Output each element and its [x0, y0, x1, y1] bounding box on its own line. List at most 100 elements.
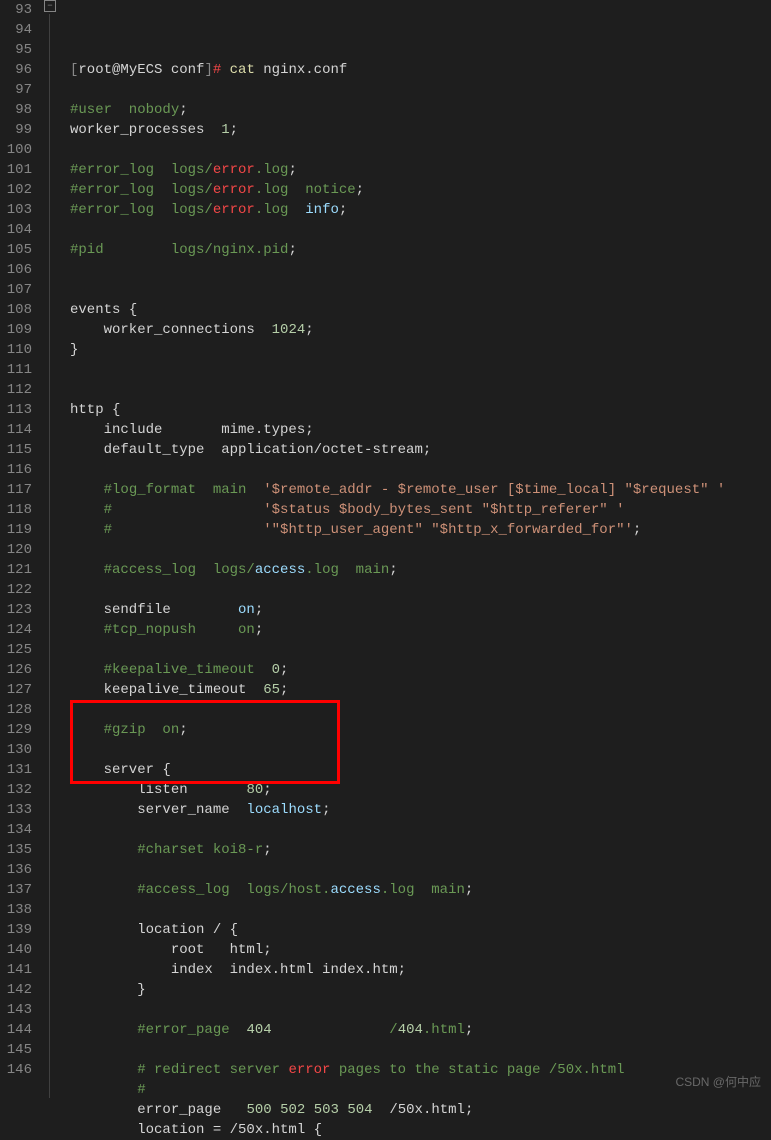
code-line[interactable]: #user nobody;	[70, 100, 771, 120]
code-line[interactable]: default_type application/octet-stream;	[70, 440, 771, 460]
code-line[interactable]	[70, 740, 771, 760]
code-line[interactable]: sendfile on;	[70, 600, 771, 620]
code-line[interactable]: listen 80;	[70, 780, 771, 800]
code-line[interactable]	[70, 260, 771, 280]
code-line[interactable]	[70, 460, 771, 480]
line-number: 120	[0, 540, 32, 560]
code-token	[70, 1082, 137, 1098]
line-number: 115	[0, 440, 32, 460]
code-line[interactable]: #gzip on;	[70, 720, 771, 740]
code-token: 80	[246, 782, 263, 798]
code-line[interactable]	[70, 860, 771, 880]
code-token	[305, 1102, 313, 1118]
code-line[interactable]: #access_log logs/host.access.log main;	[70, 880, 771, 900]
code-line[interactable]	[70, 380, 771, 400]
code-line[interactable]: # '"$http_user_agent" "$http_x_forwarded…	[70, 520, 771, 540]
code-token	[70, 1022, 137, 1038]
code-line[interactable]: #access_log logs/access.log main;	[70, 560, 771, 580]
code-token: ;	[255, 602, 263, 618]
line-number: 94	[0, 20, 32, 40]
code-line[interactable]: keepalive_timeout 65;	[70, 680, 771, 700]
code-line[interactable]	[70, 1040, 771, 1060]
code-line[interactable]	[70, 820, 771, 840]
code-line[interactable]: #error_log logs/error.log notice;	[70, 180, 771, 200]
code-line[interactable]	[70, 540, 771, 560]
line-number: 146	[0, 1060, 32, 1080]
fold-column: −	[42, 0, 60, 1098]
code-token: {	[314, 1122, 322, 1138]
code-token: #error_log logs/	[70, 202, 213, 218]
code-line[interactable]: #log_format main '$remote_addr - $remote…	[70, 480, 771, 500]
code-line[interactable]: #error_page 404 /404.html;	[70, 1020, 771, 1040]
code-line[interactable]: index index.html index.htm;	[70, 960, 771, 980]
code-token	[70, 482, 104, 498]
code-line[interactable]	[70, 80, 771, 100]
code-line[interactable]	[70, 1000, 771, 1020]
code-token: '$status $body_bytes_sent "$http_referer…	[263, 502, 624, 518]
code-token: access	[255, 562, 305, 578]
code-line[interactable]: server {	[70, 760, 771, 780]
fold-collapse-icon[interactable]: −	[44, 0, 56, 12]
line-number: 93	[0, 0, 32, 20]
line-number: 139	[0, 920, 32, 940]
code-token: include mime.types;	[70, 422, 314, 438]
code-line[interactable]	[70, 280, 771, 300]
code-line[interactable]: http {	[70, 400, 771, 420]
code-line[interactable]: #keepalive_timeout 0;	[70, 660, 771, 680]
code-line[interactable]: include mime.types;	[70, 420, 771, 440]
code-line[interactable]: server_name localhost;	[70, 800, 771, 820]
fold-guide-line	[49, 14, 50, 1098]
code-line[interactable]: [root@MyECS conf]# cat nginx.conf	[70, 60, 771, 80]
line-number: 144	[0, 1020, 32, 1040]
line-number: 109	[0, 320, 32, 340]
code-token: '"$http_user_agent" "$http_x_forwarded_f…	[263, 522, 633, 538]
line-number: 110	[0, 340, 32, 360]
code-line[interactable]: #pid logs/nginx.pid;	[70, 240, 771, 260]
code-line[interactable]: #charset koi8-r;	[70, 840, 771, 860]
code-token: location /	[70, 922, 230, 938]
code-line[interactable]: # redirect server error pages to the sta…	[70, 1060, 771, 1080]
code-line[interactable]: #	[70, 1080, 771, 1100]
code-token: #charset koi8-r	[137, 842, 263, 858]
line-number: 111	[0, 360, 32, 380]
code-token: root@MyECS conf	[78, 62, 204, 78]
line-number: 133	[0, 800, 32, 820]
code-line[interactable]	[70, 700, 771, 720]
code-line[interactable]: root html;	[70, 940, 771, 960]
code-line[interactable]	[70, 140, 771, 160]
code-line[interactable]: }	[70, 980, 771, 1000]
line-number: 124	[0, 620, 32, 640]
code-token	[70, 622, 104, 638]
line-number: 103	[0, 200, 32, 220]
code-line[interactable]: worker_connections 1024;	[70, 320, 771, 340]
code-line[interactable]	[70, 900, 771, 920]
code-line[interactable]: #error_log logs/error.log;	[70, 160, 771, 180]
code-token: 404	[398, 1022, 423, 1038]
code-token: 0	[272, 662, 280, 678]
code-token: ;	[633, 522, 641, 538]
code-token: index index.html index.htm;	[70, 962, 406, 978]
code-token: ;	[356, 182, 364, 198]
code-token: .log main	[305, 562, 389, 578]
code-line[interactable]: }	[70, 340, 771, 360]
code-line[interactable]	[70, 640, 771, 660]
code-token: error	[213, 162, 255, 178]
code-line[interactable]: #tcp_nopush on;	[70, 620, 771, 640]
code-token: 504	[347, 1102, 372, 1118]
code-line[interactable]: events {	[70, 300, 771, 320]
code-token: ;	[322, 802, 330, 818]
code-line[interactable]: error_page 500 502 503 504 /50x.html;	[70, 1100, 771, 1120]
code-line[interactable]	[70, 360, 771, 380]
code-line[interactable]: worker_processes 1;	[70, 120, 771, 140]
code-token: localhost	[246, 802, 322, 818]
line-number: 98	[0, 100, 32, 120]
code-token: 500	[246, 1102, 271, 1118]
code-line[interactable]	[70, 220, 771, 240]
code-line[interactable]: location / {	[70, 920, 771, 940]
code-line[interactable]: location = /50x.html {	[70, 1120, 771, 1140]
line-number: 118	[0, 500, 32, 520]
code-line[interactable]: #error_log logs/error.log info;	[70, 200, 771, 220]
code-area[interactable]: [root@MyECS conf]# cat nginx.conf #user …	[60, 0, 771, 1098]
code-line[interactable]: # '$status $body_bytes_sent "$http_refer…	[70, 500, 771, 520]
code-line[interactable]	[70, 580, 771, 600]
